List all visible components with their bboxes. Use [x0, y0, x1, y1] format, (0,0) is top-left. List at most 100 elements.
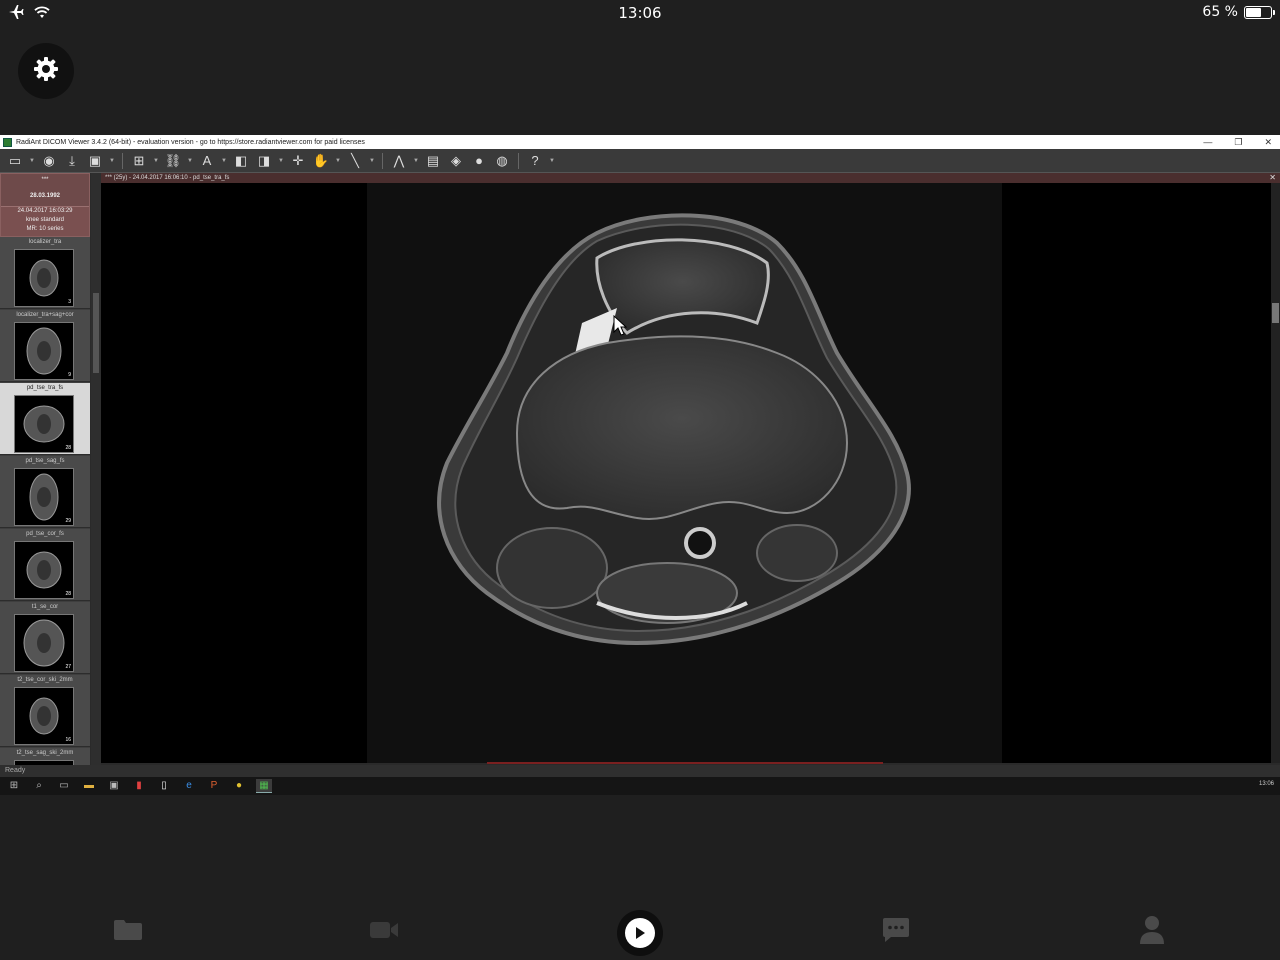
document-icon[interactable]: ▯: [156, 779, 172, 793]
folder-icon: [113, 919, 143, 946]
dropdown-icon[interactable]: ▼: [413, 158, 419, 164]
viewer-close-button[interactable]: ✕: [1269, 173, 1276, 183]
patient-birth-date: 28.03.1992: [29, 193, 61, 199]
mouse-cursor-icon: [613, 315, 627, 336]
series-thumbnail: 3: [14, 249, 74, 307]
battery-percentage: 65 %: [1202, 4, 1238, 20]
status-bar: 13:06 65 %: [0, 0, 1280, 26]
tab-profile[interactable]: [1122, 905, 1182, 960]
tab-video[interactable]: [354, 905, 414, 960]
dropdown-icon[interactable]: ▼: [335, 158, 341, 164]
file-explorer-icon[interactable]: ▬: [81, 779, 97, 793]
tab-play[interactable]: [610, 905, 670, 960]
scrollbar-thumb[interactable]: [93, 293, 99, 373]
dropdown-icon[interactable]: ▼: [109, 158, 115, 164]
mri-image[interactable]: [367, 183, 1002, 763]
series-item[interactable]: pd_tse_tra_fs 28: [0, 383, 90, 455]
patient-info[interactable]: *** 28.03.1992 24.04.2017 16:03:29 knee …: [0, 173, 90, 237]
series-thumbnail: 27: [14, 614, 74, 672]
series-image-count: 29: [65, 518, 71, 524]
series-label: pd_tse_tra_fs: [26, 385, 64, 391]
image-viewport[interactable]: [101, 183, 1271, 763]
pan-icon[interactable]: ✋: [312, 153, 330, 169]
pdf-icon[interactable]: ▮: [131, 779, 147, 793]
film-icon[interactable]: ▤: [424, 153, 442, 169]
dropdown-icon[interactable]: ▼: [29, 158, 35, 164]
windows-start-icon[interactable]: ⊞: [6, 779, 22, 793]
edge-browser-icon[interactable]: e: [181, 779, 197, 793]
window-title: RadiAnt DICOM Viewer 3.4.2 (64-bit) - ev…: [16, 138, 365, 146]
ipad-remote-screen: 13:06 65 % RadiAnt DICOM Viewer 3.4.2 (6…: [0, 0, 1280, 960]
series-panel-scrollbar[interactable]: [91, 173, 101, 765]
settings-button[interactable]: [18, 43, 74, 99]
gear-icon: [32, 55, 60, 88]
series-thumbnail: 28: [14, 395, 74, 453]
series-thumbnail: 16: [14, 687, 74, 745]
window-title-bar: RadiAnt DICOM Viewer 3.4.2 (64-bit) - ev…: [0, 135, 1280, 149]
battery-tip: [1273, 9, 1275, 15]
series-label: t2_tse_sag_ski_2mm: [16, 750, 74, 756]
user-icon: [1139, 915, 1165, 950]
series-item[interactable]: t2_tse_cor_ski_2mm 16: [0, 675, 90, 747]
dropdown-icon[interactable]: ▼: [369, 158, 375, 164]
battery-fill: [1246, 7, 1261, 17]
fusion-icon[interactable]: ◍: [493, 153, 511, 169]
series-thumbnail: 29: [14, 468, 74, 526]
store-icon[interactable]: ▣: [106, 779, 122, 793]
status-right: 65 %: [1202, 4, 1275, 20]
3d-cursor-icon[interactable]: ⋀: [390, 153, 408, 169]
tab-files[interactable]: [98, 905, 158, 960]
close-button[interactable]: ✕: [1264, 137, 1272, 148]
series-image-count: 28: [65, 591, 71, 597]
dropdown-icon[interactable]: ▼: [187, 158, 193, 164]
measure-icon[interactable]: ╲: [346, 153, 364, 169]
maximize-button[interactable]: ❐: [1234, 137, 1242, 148]
link-icon[interactable]: ⛓: [164, 153, 182, 169]
dropdown-icon[interactable]: ▼: [153, 158, 159, 164]
patient-name: ***: [41, 177, 49, 183]
windows-taskbar: ⊞ ⌕ ▭ ▬ ▣ ▮ ▯ e P ● ▦ 13:06: [0, 777, 1280, 795]
cd-icon[interactable]: ◉: [40, 153, 58, 169]
series-item[interactable]: pd_tse_cor_fs 28: [0, 529, 90, 601]
study-info[interactable]: 24.04.2017 16:03:29 knee standard MR: 10…: [1, 206, 89, 236]
series-item[interactable]: localizer_tra+sag+cor 9: [0, 310, 90, 382]
battery-icon: [1244, 5, 1275, 19]
download-icon[interactable]: ⤓: [63, 153, 81, 169]
play-button[interactable]: [617, 909, 663, 956]
viewer-header-text: *** (25y) - 24.04.2017 16:06:10 - pd_tse…: [105, 175, 230, 181]
series-image-count: 27: [65, 664, 71, 670]
dropdown-icon[interactable]: ▼: [278, 158, 284, 164]
dropdown-icon[interactable]: ▼: [221, 158, 227, 164]
open-folder-icon[interactable]: ▭: [6, 153, 24, 169]
help-icon[interactable]: ?: [526, 153, 544, 169]
scrollbar-thumb[interactable]: [1272, 303, 1279, 323]
task-view-icon[interactable]: ▭: [56, 779, 72, 793]
series-item[interactable]: pd_tse_sag_fs 29: [0, 456, 90, 528]
toolbar-separator: [518, 152, 519, 169]
series-label: pd_tse_sag_fs: [25, 458, 65, 464]
series-item[interactable]: t2_tse_sag_ski_2mm: [0, 748, 90, 765]
window-level-icon[interactable]: ◧: [232, 153, 250, 169]
text-annotation-icon[interactable]: A: [198, 153, 216, 169]
chrome-icon[interactable]: ●: [231, 779, 247, 793]
radiant-app-icon: [3, 138, 12, 147]
mpr-icon[interactable]: ◈: [447, 153, 465, 169]
powerpoint-icon[interactable]: P: [206, 779, 222, 793]
series-item[interactable]: localizer_tra 3: [0, 237, 90, 309]
tab-chat[interactable]: [866, 905, 926, 960]
dropdown-icon[interactable]: ▼: [549, 158, 555, 164]
contrast-icon[interactable]: ◨: [255, 153, 273, 169]
minimize-button[interactable]: —: [1203, 137, 1212, 147]
series-item[interactable]: t1_se_cor 27: [0, 602, 90, 674]
search-icon[interactable]: ⌕: [31, 779, 47, 793]
window-controls: — ❐ ✕: [1203, 135, 1272, 149]
series-label: t2_tse_cor_ski_2mm: [17, 677, 73, 683]
layout-grid-icon[interactable]: ⊞: [130, 153, 148, 169]
crosshair-icon[interactable]: ✛: [289, 153, 307, 169]
save-icon[interactable]: ▣: [86, 153, 104, 169]
viewer-scrollbar[interactable]: [1271, 183, 1280, 763]
bottom-tab-bar: [0, 905, 1280, 960]
remote-desktop-view[interactable]: RadiAnt DICOM Viewer 3.4.2 (64-bit) - ev…: [0, 135, 1280, 795]
radiant-taskbar-icon[interactable]: ▦: [256, 779, 272, 793]
volume-render-icon[interactable]: ●: [470, 153, 488, 169]
